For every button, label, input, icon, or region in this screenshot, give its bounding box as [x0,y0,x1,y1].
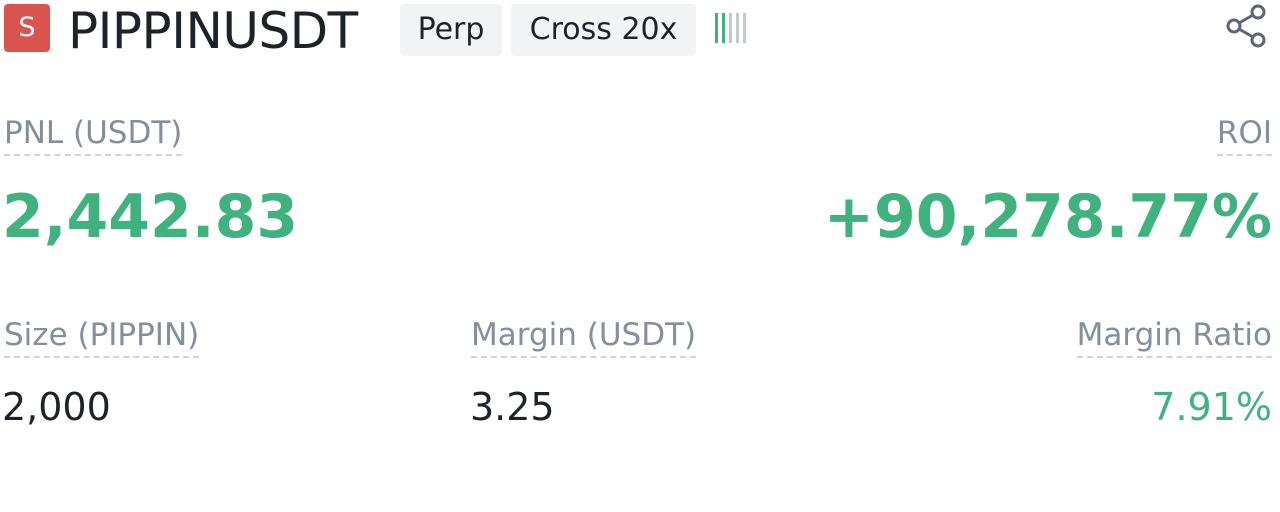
margin-label[interactable]: Margin (USDT) [471,316,697,358]
size-label[interactable]: Size (PIPPIN) [4,316,200,358]
roi-value: +90,278.77% [823,182,1272,252]
share-icon[interactable] [1222,2,1270,50]
pnl-label[interactable]: PNL (USDT) [4,114,183,156]
position-header: S PIPPINUSDT Perp Cross 20x [0,0,1280,64]
symbol-title[interactable]: PIPPINUSDT [68,0,358,62]
margin-value: 3.25 [470,385,555,429]
risk-level-bars-icon [715,13,749,45]
position-card: S PIPPINUSDT Perp Cross 20x PNL (USDT) R… [0,0,1280,512]
pnl-value: 2,442.83 [2,182,299,252]
margin-ratio-value: 7.91% [1151,385,1272,429]
size-value: 2,000 [2,385,111,429]
roi-label[interactable]: ROI [1216,114,1272,156]
contract-type-tag: Perp [400,4,502,56]
margin-ratio-label[interactable]: Margin Ratio [1076,316,1272,358]
sell-side-badge: S [4,4,50,52]
margin-mode-leverage-tag[interactable]: Cross 20x [511,4,696,56]
